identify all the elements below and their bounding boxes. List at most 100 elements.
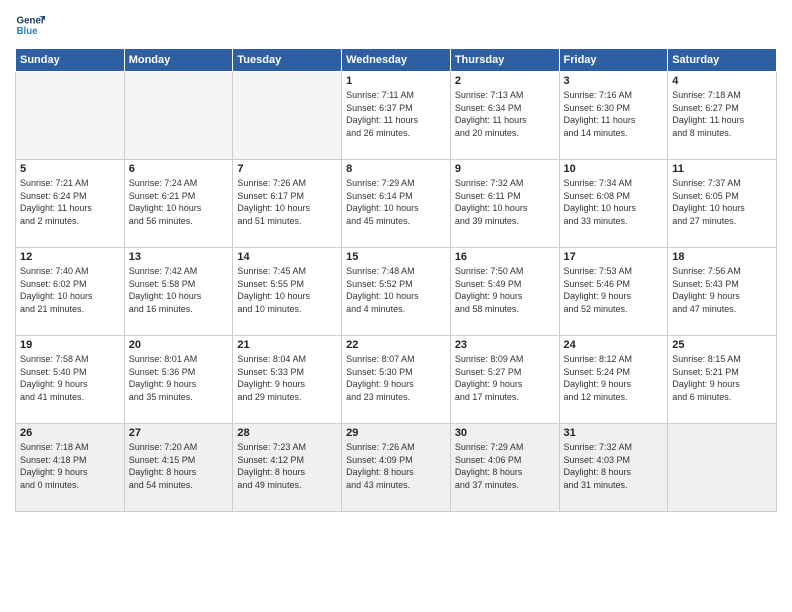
day-info: Sunrise: 7:56 AM Sunset: 5:43 PM Dayligh… bbox=[672, 265, 772, 315]
calendar-cell: 9 Sunrise: 7:32 AM Sunset: 6:11 PM Daylig… bbox=[450, 160, 559, 248]
calendar-cell: 14 Sunrise: 7:45 AM Sunset: 5:55 PM Dayli… bbox=[233, 248, 342, 336]
calendar-week-row: 1 Sunrise: 7:11 AM Sunset: 6:37 PM Daylig… bbox=[16, 72, 777, 160]
day-info: Sunrise: 7:21 AM Sunset: 6:24 PM Dayligh… bbox=[20, 177, 120, 227]
calendar-week-row: 26 Sunrise: 7:18 AM Sunset: 4:18 PM Dayli… bbox=[16, 424, 777, 512]
calendar-week-row: 12 Sunrise: 7:40 AM Sunset: 6:02 PM Dayli… bbox=[16, 248, 777, 336]
day-info: Sunrise: 7:11 AM Sunset: 6:37 PM Dayligh… bbox=[346, 89, 446, 139]
day-number: 12 bbox=[20, 251, 120, 263]
day-number: 23 bbox=[455, 339, 555, 351]
calendar-header-wednesday: Wednesday bbox=[342, 49, 451, 72]
day-info: Sunrise: 8:01 AM Sunset: 5:36 PM Dayligh… bbox=[129, 353, 229, 403]
day-info: Sunrise: 7:32 AM Sunset: 4:03 PM Dayligh… bbox=[564, 441, 664, 491]
day-number: 16 bbox=[455, 251, 555, 263]
calendar-cell: 27Sunrise: 7:20 AM Sunset: 4:15 PM Dayli… bbox=[124, 424, 233, 512]
day-info: Sunrise: 7:23 AM Sunset: 4:12 PM Dayligh… bbox=[237, 441, 337, 491]
calendar-cell: 19 Sunrise: 7:58 AM Sunset: 5:40 PM Dayli… bbox=[16, 336, 125, 424]
calendar-cell: 13 Sunrise: 7:42 AM Sunset: 5:58 PM Dayli… bbox=[124, 248, 233, 336]
day-number: 5 bbox=[20, 163, 120, 175]
day-info: Sunrise: 7:26 AM Sunset: 6:17 PM Dayligh… bbox=[237, 177, 337, 227]
day-number: 24 bbox=[564, 339, 664, 351]
day-info: Sunrise: 7:45 AM Sunset: 5:55 PM Dayligh… bbox=[237, 265, 337, 315]
day-info: Sunrise: 7:37 AM Sunset: 6:05 PM Dayligh… bbox=[672, 177, 772, 227]
svg-text:Blue: Blue bbox=[17, 26, 39, 37]
calendar-cell: 28 Sunrise: 7:23 AM Sunset: 4:12 PM Dayli… bbox=[233, 424, 342, 512]
day-info: Sunrise: 7:20 AM Sunset: 4:15 PM Dayligh… bbox=[129, 441, 229, 491]
day-number: 6 bbox=[129, 163, 229, 175]
calendar-cell: 11 Sunrise: 7:37 AM Sunset: 6:05 PM Dayli… bbox=[668, 160, 777, 248]
day-number: 8 bbox=[346, 163, 446, 175]
day-info: Sunrise: 8:07 AM Sunset: 5:30 PM Dayligh… bbox=[346, 353, 446, 403]
day-info: Sunrise: 7:34 AM Sunset: 6:08 PM Dayligh… bbox=[564, 177, 664, 227]
day-number: 30 bbox=[455, 427, 555, 439]
day-number: 17 bbox=[564, 251, 664, 263]
day-info: Sunrise: 7:48 AM Sunset: 5:52 PM Dayligh… bbox=[346, 265, 446, 315]
calendar-cell: 31Sunrise: 7:32 AM Sunset: 4:03 PM Dayli… bbox=[559, 424, 668, 512]
logo: General Blue bbox=[15, 10, 49, 40]
day-info: Sunrise: 8:04 AM Sunset: 5:33 PM Dayligh… bbox=[237, 353, 337, 403]
calendar-cell: 17 Sunrise: 7:53 AM Sunset: 5:46 PM Dayli… bbox=[559, 248, 668, 336]
calendar-cell: 24 Sunrise: 8:12 AM Sunset: 5:24 PM Dayli… bbox=[559, 336, 668, 424]
day-info: Sunrise: 7:42 AM Sunset: 5:58 PM Dayligh… bbox=[129, 265, 229, 315]
calendar-header-tuesday: Tuesday bbox=[233, 49, 342, 72]
day-number: 19 bbox=[20, 339, 120, 351]
day-info: Sunrise: 8:12 AM Sunset: 5:24 PM Dayligh… bbox=[564, 353, 664, 403]
day-number: 15 bbox=[346, 251, 446, 263]
calendar-cell: 8Sunrise: 7:29 AM Sunset: 6:14 PM Daylig… bbox=[342, 160, 451, 248]
calendar-week-row: 19 Sunrise: 7:58 AM Sunset: 5:40 PM Dayli… bbox=[16, 336, 777, 424]
day-number: 7 bbox=[237, 163, 337, 175]
day-info: Sunrise: 7:18 AM Sunset: 6:27 PM Dayligh… bbox=[672, 89, 772, 139]
calendar-cell: 5 Sunrise: 7:21 AM Sunset: 6:24 PM Daylig… bbox=[16, 160, 125, 248]
day-number: 1 bbox=[346, 75, 446, 87]
calendar-header-thursday: Thursday bbox=[450, 49, 559, 72]
calendar-cell bbox=[124, 72, 233, 160]
day-number: 13 bbox=[129, 251, 229, 263]
calendar-cell bbox=[233, 72, 342, 160]
day-number: 21 bbox=[237, 339, 337, 351]
day-info: Sunrise: 7:29 AM Sunset: 4:06 PM Dayligh… bbox=[455, 441, 555, 491]
logo-icon: General Blue bbox=[15, 10, 45, 40]
page-header: General Blue bbox=[15, 10, 777, 40]
calendar-cell: 18Sunrise: 7:56 AM Sunset: 5:43 PM Dayli… bbox=[668, 248, 777, 336]
day-number: 10 bbox=[564, 163, 664, 175]
calendar-cell: 30 Sunrise: 7:29 AM Sunset: 4:06 PM Dayli… bbox=[450, 424, 559, 512]
day-number: 4 bbox=[672, 75, 772, 87]
calendar-cell: 21 Sunrise: 8:04 AM Sunset: 5:33 PM Dayli… bbox=[233, 336, 342, 424]
calendar-cell: 2 Sunrise: 7:13 AM Sunset: 6:34 PM Daylig… bbox=[450, 72, 559, 160]
day-info: Sunrise: 7:50 AM Sunset: 5:49 PM Dayligh… bbox=[455, 265, 555, 315]
day-info: Sunrise: 7:18 AM Sunset: 4:18 PM Dayligh… bbox=[20, 441, 120, 491]
day-info: Sunrise: 8:15 AM Sunset: 5:21 PM Dayligh… bbox=[672, 353, 772, 403]
day-info: Sunrise: 7:32 AM Sunset: 6:11 PM Dayligh… bbox=[455, 177, 555, 227]
calendar-header-sunday: Sunday bbox=[16, 49, 125, 72]
calendar-table: SundayMondayTuesdayWednesdayThursdayFrid… bbox=[15, 48, 777, 512]
calendar-header-friday: Friday bbox=[559, 49, 668, 72]
calendar-cell bbox=[668, 424, 777, 512]
calendar-cell: 20Sunrise: 8:01 AM Sunset: 5:36 PM Dayli… bbox=[124, 336, 233, 424]
day-info: Sunrise: 7:40 AM Sunset: 6:02 PM Dayligh… bbox=[20, 265, 120, 315]
calendar-cell: 1 Sunrise: 7:11 AM Sunset: 6:37 PM Daylig… bbox=[342, 72, 451, 160]
calendar-cell: 10 Sunrise: 7:34 AM Sunset: 6:08 PM Dayli… bbox=[559, 160, 668, 248]
day-info: Sunrise: 7:13 AM Sunset: 6:34 PM Dayligh… bbox=[455, 89, 555, 139]
day-number: 2 bbox=[455, 75, 555, 87]
calendar-cell: 4 Sunrise: 7:18 AM Sunset: 6:27 PM Daylig… bbox=[668, 72, 777, 160]
calendar-cell: 16 Sunrise: 7:50 AM Sunset: 5:49 PM Dayli… bbox=[450, 248, 559, 336]
calendar-header-row: SundayMondayTuesdayWednesdayThursdayFrid… bbox=[16, 49, 777, 72]
calendar-cell: 3Sunrise: 7:16 AM Sunset: 6:30 PM Daylig… bbox=[559, 72, 668, 160]
calendar-cell: 15 Sunrise: 7:48 AM Sunset: 5:52 PM Dayli… bbox=[342, 248, 451, 336]
calendar-week-row: 5 Sunrise: 7:21 AM Sunset: 6:24 PM Daylig… bbox=[16, 160, 777, 248]
day-number: 11 bbox=[672, 163, 772, 175]
calendar-cell: 22 Sunrise: 8:07 AM Sunset: 5:30 PM Dayli… bbox=[342, 336, 451, 424]
day-number: 3 bbox=[564, 75, 664, 87]
day-number: 9 bbox=[455, 163, 555, 175]
calendar-cell: 25 Sunrise: 8:15 AM Sunset: 5:21 PM Dayli… bbox=[668, 336, 777, 424]
calendar-cell: 7 Sunrise: 7:26 AM Sunset: 6:17 PM Daylig… bbox=[233, 160, 342, 248]
day-number: 14 bbox=[237, 251, 337, 263]
day-info: Sunrise: 7:58 AM Sunset: 5:40 PM Dayligh… bbox=[20, 353, 120, 403]
calendar-header-monday: Monday bbox=[124, 49, 233, 72]
day-info: Sunrise: 7:26 AM Sunset: 4:09 PM Dayligh… bbox=[346, 441, 446, 491]
day-info: Sunrise: 7:53 AM Sunset: 5:46 PM Dayligh… bbox=[564, 265, 664, 315]
day-number: 28 bbox=[237, 427, 337, 439]
day-number: 26 bbox=[20, 427, 120, 439]
calendar-cell: 29Sunrise: 7:26 AM Sunset: 4:09 PM Dayli… bbox=[342, 424, 451, 512]
day-number: 25 bbox=[672, 339, 772, 351]
day-number: 22 bbox=[346, 339, 446, 351]
